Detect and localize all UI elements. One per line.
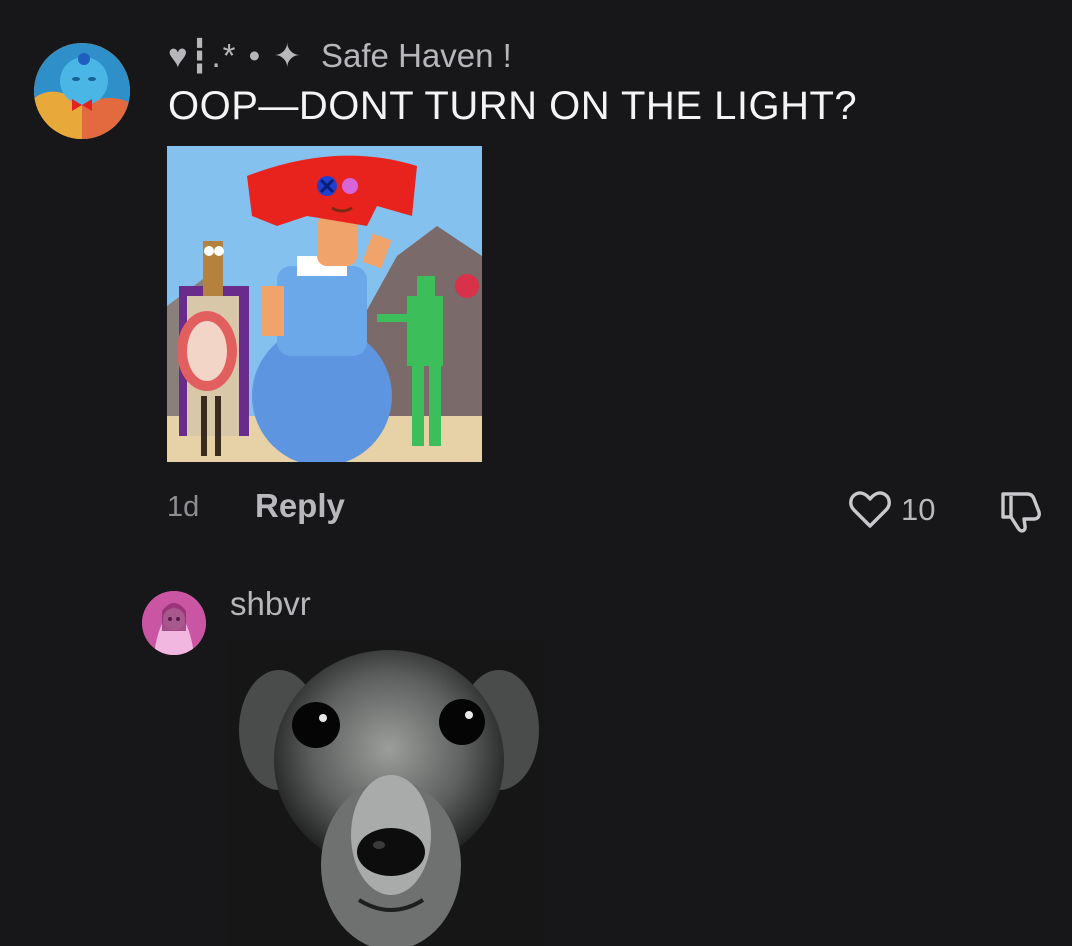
comment-timestamp: 1d (167, 491, 200, 523)
like-count: 10 (901, 492, 936, 527)
username-decoration: ♥┇.* • ✦ (168, 37, 304, 74)
comment-image[interactable] (167, 146, 482, 462)
comment-image[interactable] (229, 640, 545, 946)
username-text: Safe Haven ! (321, 37, 512, 74)
avatar[interactable] (142, 591, 206, 655)
comment-username[interactable]: ♥┇.* • ✦ Safe Haven ! (168, 36, 512, 75)
comment-username[interactable]: shbvr (230, 585, 311, 623)
comment-text: OOP—DONT TURN ON THE LIGHT? (168, 84, 858, 128)
reply-button[interactable]: Reply (255, 487, 345, 525)
thumbs-down-icon[interactable] (997, 488, 1047, 534)
avatar[interactable] (34, 43, 130, 139)
heart-icon[interactable] (848, 488, 892, 532)
